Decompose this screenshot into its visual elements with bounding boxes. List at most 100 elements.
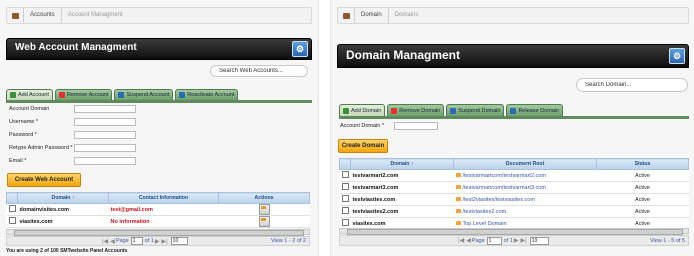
domain-tabs: Add Domain Remove Domain Suspend Domain … <box>339 104 565 116</box>
tab-add-domain[interactable]: Add Domain <box>339 104 386 116</box>
web-accounts-table: Domain ↑ Contact Information Actions dom… <box>6 192 310 228</box>
status-column-header[interactable]: Status <box>596 158 689 170</box>
table-row[interactable]: testviasites.com /test2viasites/testvias… <box>339 193 689 206</box>
next-page-icon[interactable]: ▶ <box>155 238 160 245</box>
home-icon[interactable] <box>338 8 355 23</box>
page-size-select[interactable]: 10 <box>170 237 188 245</box>
settings-icon[interactable]: ⚙ <box>669 48 685 64</box>
email-field[interactable] <box>74 156 136 165</box>
tab-label: Reactivate Account <box>187 92 235 98</box>
first-page-icon[interactable]: |◀ <box>102 238 108 245</box>
create-domain-button[interactable]: Create Domain <box>338 139 388 153</box>
document-root-cell[interactable]: Top Level Domain <box>463 221 507 227</box>
tab-label: Add Account <box>18 92 49 98</box>
breadcrumb-account-managment: Account Managment <box>67 12 123 18</box>
status-cell: Active <box>596 205 689 218</box>
tab-remove-account[interactable]: Remove Account <box>54 89 113 100</box>
prev-page-icon[interactable]: ◀ <box>110 238 115 245</box>
page-title: Domain Managment <box>346 48 461 62</box>
row-checkbox[interactable] <box>8 217 16 224</box>
next-page-icon[interactable]: ▶ <box>514 237 519 244</box>
tab-add-account[interactable]: Add Account <box>6 89 53 100</box>
tab-label: Add Domain <box>351 107 382 114</box>
home-icon[interactable] <box>7 8 24 23</box>
row-checkbox[interactable] <box>341 171 349 178</box>
suspend-icon <box>118 92 125 98</box>
document-root-cell[interactable]: /test2viasites/testviasites.com <box>463 197 535 203</box>
breadcrumb: Domain Domains <box>337 7 689 24</box>
add-icon <box>10 92 16 98</box>
tab-release-domain[interactable]: Release Domain <box>506 104 564 116</box>
tab-divider <box>6 100 312 103</box>
page-title-bar: Web Account Managment ⚙ <box>6 38 312 60</box>
document-root-cell[interactable]: /testvarmartcom/testvarmart3.com <box>463 185 546 191</box>
tab-suspend-account[interactable]: Suspend Account <box>114 89 174 100</box>
row-checkbox[interactable] <box>341 219 349 226</box>
password-field[interactable] <box>74 130 136 139</box>
folder-icon <box>455 173 461 178</box>
last-page-icon[interactable]: ▶| <box>520 237 526 244</box>
add-domain-form: Account Domain * <box>340 121 480 133</box>
select-column-header <box>6 192 18 204</box>
edit-account-icon[interactable] <box>258 216 270 227</box>
tab-remove-domain[interactable]: Remove Domain <box>387 104 445 116</box>
breadcrumb-accounts[interactable]: Accounts <box>24 8 62 23</box>
pagination-bar: |◀ ◀ Page 1 of 1 ▶ ▶| 10 View 1 - 2 of 2 <box>6 236 310 246</box>
document-root-cell[interactable]: /testvarmartcom/testvarmart2.com <box>463 173 546 179</box>
tab-suspend-domain[interactable]: Suspend Domain <box>446 104 505 116</box>
page-title: Web Account Managment <box>15 42 137 53</box>
settings-icon[interactable]: ⚙ <box>292 41 308 57</box>
username-field[interactable] <box>74 117 136 126</box>
prev-page-icon[interactable]: ◀ <box>466 237 471 244</box>
password-label: Password * <box>9 131 37 138</box>
domain-column-header[interactable]: Domain ↑ <box>350 158 454 170</box>
page-of-label: of 1 <box>503 237 513 244</box>
retype-password-field[interactable] <box>74 143 136 152</box>
domain-cell: testviasites2.com <box>350 205 454 218</box>
page-of-label: of 1 <box>144 238 154 244</box>
release-icon <box>510 107 517 114</box>
table-row[interactable]: testvarmart3.com /testvarmartcom/testvar… <box>339 181 689 194</box>
row-checkbox[interactable] <box>341 183 349 190</box>
remove-icon <box>58 92 65 98</box>
username-label: Username * <box>9 118 39 125</box>
table-row[interactable]: testviasites2.com /testviasites2.com Act… <box>339 205 689 218</box>
actions-column-header: Actions <box>218 192 310 204</box>
domain-cell: testvarmart2.com <box>350 169 454 182</box>
folder-icon <box>455 209 461 214</box>
edit-account-icon[interactable] <box>258 204 270 215</box>
search-domain-input[interactable] <box>576 78 688 92</box>
status-cell: Active <box>596 169 689 182</box>
table-row[interactable]: viasites.com No information <box>6 215 310 228</box>
row-checkbox[interactable] <box>341 195 349 202</box>
table-row[interactable]: domainvisites.com test@gmail.com <box>6 203 310 216</box>
tab-reactivate-account[interactable]: Reactivate Account <box>175 89 239 100</box>
page-number-input[interactable]: 1 <box>486 236 502 245</box>
last-page-icon[interactable]: ▶| <box>161 238 167 245</box>
row-checkbox[interactable] <box>341 207 349 214</box>
document-root-column-header[interactable]: Document Root <box>453 158 597 170</box>
row-checkbox[interactable] <box>8 205 16 212</box>
account-usage-note: You are using 2 of 100 SMTwebsite Panel … <box>6 248 128 254</box>
first-page-icon[interactable]: |◀ <box>458 237 464 244</box>
create-web-account-button[interactable]: Create Web Account <box>7 173 81 187</box>
add-account-form: Account Domain Username * Password * Ret… <box>9 104 149 165</box>
domain-cell: domainvisites.com <box>17 203 109 216</box>
page-number-input[interactable]: 1 <box>130 237 143 245</box>
tab-label: Remove Account <box>66 92 109 98</box>
search-web-accounts-input[interactable] <box>210 65 308 77</box>
tab-label: Suspend Domain <box>458 107 501 114</box>
document-root-cell[interactable]: /testviasites2.com <box>463 209 507 215</box>
account-domain-field[interactable] <box>394 121 438 130</box>
page-size-select[interactable]: 10 <box>529 236 549 245</box>
table-row[interactable]: testvarmart2.com /testvarmartcom/testvar… <box>339 169 689 182</box>
contact-column-header[interactable]: Contact Information <box>108 192 219 204</box>
contact-cell: test@gmail.com <box>108 203 219 216</box>
email-label: Email * <box>9 157 27 164</box>
horizontal-scrollbar[interactable] <box>339 228 689 235</box>
account-domain-field[interactable] <box>74 104 136 113</box>
domain-column-header[interactable]: Domain ↑ <box>17 192 109 204</box>
horizontal-scrollbar[interactable] <box>6 229 310 236</box>
breadcrumb-domain[interactable]: Domain <box>355 8 389 23</box>
tab-label: Suspend Account <box>126 92 170 98</box>
